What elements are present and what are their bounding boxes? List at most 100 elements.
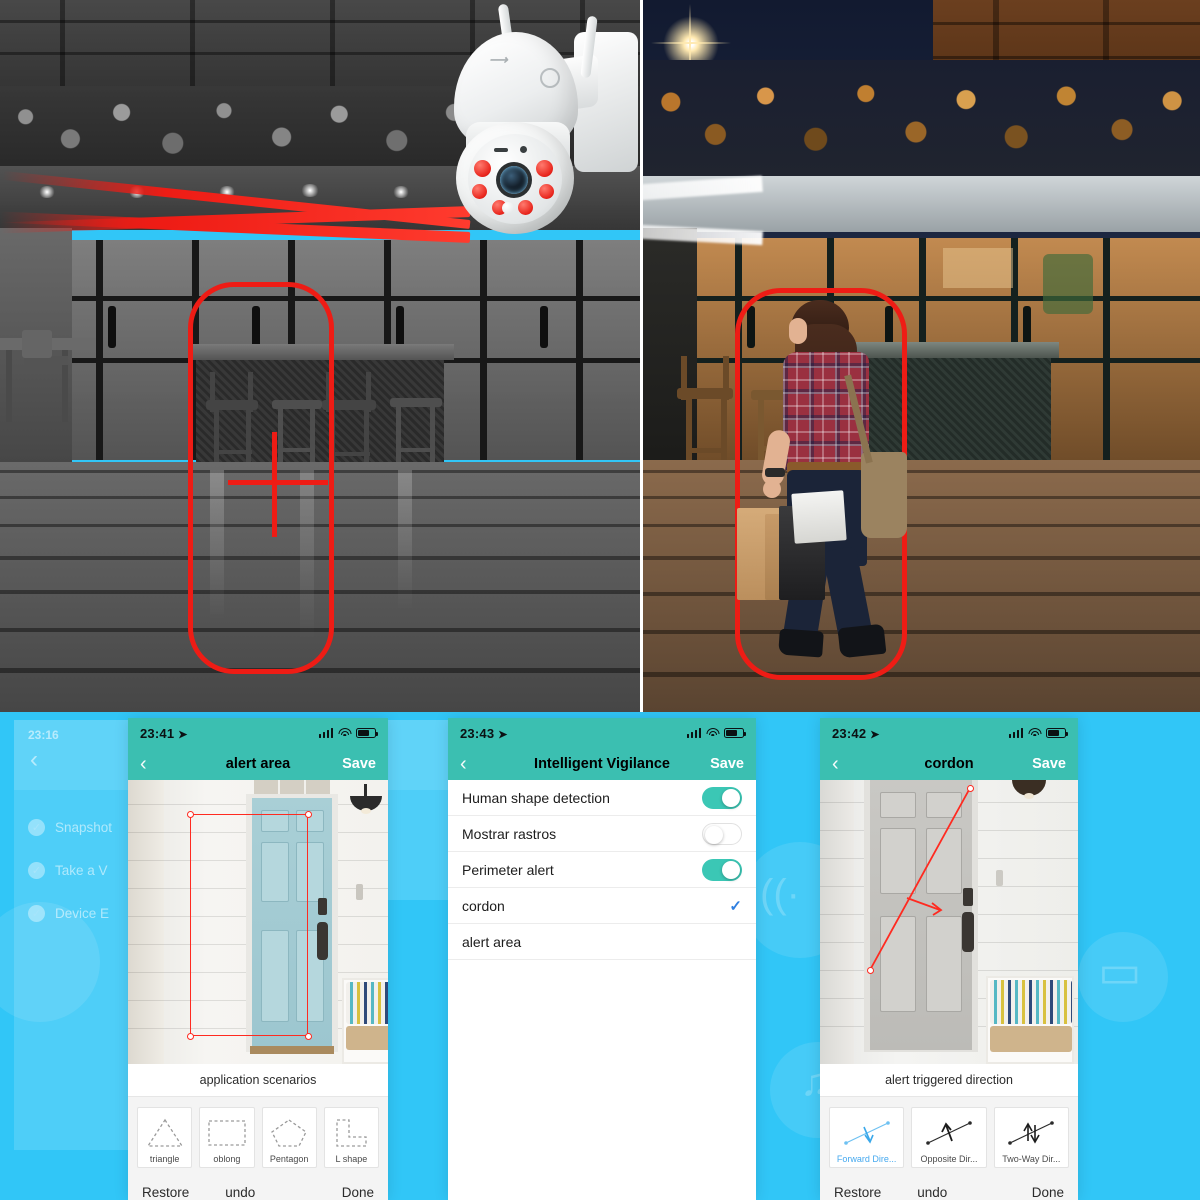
restore-button[interactable]: Restore (142, 1185, 189, 1200)
camera-preview[interactable] (128, 780, 388, 1064)
camera-speaker-slot (494, 148, 508, 152)
woven-basket (346, 1026, 388, 1050)
ir-led (536, 160, 553, 177)
back-button[interactable]: ‹ (832, 754, 839, 774)
camera-preview[interactable] (820, 780, 1078, 1064)
check-circle-icon: ✓ (28, 905, 45, 922)
door-handle-set (317, 922, 328, 960)
setting-row-mostrar-rastros[interactable]: Mostrar rastros (448, 816, 756, 852)
drag-handle[interactable] (305, 1033, 312, 1040)
corner-trim (128, 780, 164, 1064)
doorbell (356, 884, 363, 900)
drag-handle[interactable] (187, 811, 194, 818)
shape-option-pentagon[interactable]: Pentagon (261, 1107, 317, 1168)
person-walking (737, 300, 943, 680)
direction-option-two-way[interactable]: Two-Way Dir... (993, 1107, 1069, 1168)
setting-row-perimeter-alert[interactable]: Perimeter alert (448, 852, 756, 888)
save-button[interactable]: Save (1032, 756, 1066, 772)
setting-label: Human shape detection (462, 789, 610, 806)
preview-caption: application scenarios (128, 1064, 388, 1097)
setting-label: cordon (462, 897, 505, 914)
setting-row-alert-area[interactable]: alert area (448, 924, 756, 960)
save-button[interactable]: Save (342, 756, 376, 772)
nav-bar-wrapper: ‹ Save alert area (128, 748, 388, 780)
screen-icon: ▭ (1098, 945, 1142, 997)
camera-brand-logo: ⟶ (488, 52, 511, 67)
forward-direction-icon (832, 1114, 901, 1152)
setting-row-cordon[interactable]: cordon ✓ (448, 888, 756, 924)
battery-icon (724, 728, 747, 738)
direction-label: Opposite Dir... (920, 1154, 978, 1164)
transom-window (254, 780, 330, 794)
undo-button[interactable]: undo (917, 1185, 947, 1200)
hero-photo-strip: ⟶ (0, 0, 1200, 712)
location-arrow-icon: ➤ (178, 728, 188, 741)
toggle-mostrar-rastros[interactable] (702, 822, 742, 845)
nav-bar-wrapper: ‹ Save cordon (820, 748, 1078, 780)
sound-wave-icon: ((· (760, 872, 800, 916)
ir-led (472, 184, 487, 199)
sconce-bulb (361, 808, 371, 814)
shape-label: L shape (335, 1154, 368, 1164)
action-bar: Restore undo Done (820, 1176, 1078, 1200)
drag-handle[interactable] (967, 785, 974, 792)
nav-bar: ‹ Save (128, 748, 388, 780)
shopping-bag-white (791, 490, 847, 544)
ptz-wifi-security-camera: ⟶ (444, 3, 644, 250)
shape-option-lshape[interactable]: L shape (323, 1107, 379, 1168)
direction-label: Two-Way Dir... (1002, 1154, 1061, 1164)
cordon-tripwire-line[interactable] (820, 780, 1078, 1064)
striped-pillow (346, 982, 388, 1024)
check-circle-icon: ✓ (28, 819, 45, 836)
nav-bar: ‹ Save (820, 748, 1078, 780)
status-icons (1008, 728, 1069, 738)
pentagon-shape-icon (265, 1114, 314, 1152)
alert-area-zone (188, 282, 334, 674)
done-button[interactable]: Done (1032, 1185, 1064, 1200)
toggle-human-shape-detection[interactable] (702, 786, 742, 809)
wifi-icon (338, 728, 351, 738)
check-icon: ✓ (729, 897, 742, 915)
ceiling-light (300, 184, 320, 197)
direction-option-opposite[interactable]: Opposite Dir... (911, 1107, 987, 1168)
door-handle (108, 306, 116, 348)
ceiling-light (392, 186, 410, 198)
shape-label: oblong (213, 1154, 241, 1164)
direction-option-forward[interactable]: Forward Dire... (829, 1107, 905, 1168)
done-button[interactable]: Done (342, 1185, 374, 1200)
wifi-icon (706, 728, 719, 738)
shape-label: triangle (149, 1154, 180, 1164)
setting-row-human-shape-detection[interactable]: Human shape detection (448, 780, 756, 816)
person-boot (837, 623, 887, 659)
phone-intelligent-vigilance: 23:43 ➤ ‹ Save Intelligent Vigilance Hum… (448, 718, 756, 1200)
nav-bar: ‹ Save (448, 748, 756, 780)
undo-button[interactable]: undo (225, 1185, 255, 1200)
shape-option-triangle[interactable]: triangle (137, 1107, 193, 1168)
person-hand (763, 480, 781, 498)
status-time-text: 23:43 (460, 725, 495, 741)
crosshair-horizontal (228, 480, 328, 485)
toggle-perimeter-alert[interactable] (702, 858, 742, 881)
status-bar: 23:43 ➤ (448, 718, 756, 748)
preview-caption: alert triggered direction (820, 1064, 1078, 1097)
door-deadbolt (318, 898, 327, 915)
shape-selector: triangle oblong Pentagon L shape (128, 1097, 388, 1176)
drag-handle[interactable] (867, 967, 874, 974)
status-time: 23:41 ➤ (140, 726, 187, 741)
battery-icon (1046, 728, 1069, 738)
alert-area-rectangle[interactable] (190, 814, 308, 1036)
status-time: 23:42 ➤ (832, 726, 879, 741)
restore-button[interactable]: Restore (834, 1185, 881, 1200)
drag-handle[interactable] (305, 811, 312, 818)
back-button[interactable]: ‹ (140, 754, 147, 774)
back-button[interactable]: ‹ (460, 754, 467, 774)
status-time-text: 23:42 (832, 725, 867, 741)
drag-handle[interactable] (187, 1033, 194, 1040)
shoulder-bag (861, 452, 907, 538)
status-bar: 23:42 ➤ (820, 718, 1078, 748)
direction-selector: Forward Dire... Opposite Dir... Two-Way … (820, 1097, 1078, 1176)
setting-label: Perimeter alert (462, 861, 554, 878)
save-button[interactable]: Save (710, 756, 744, 772)
shape-option-oblong[interactable]: oblong (199, 1107, 255, 1168)
person-boot (778, 628, 824, 658)
